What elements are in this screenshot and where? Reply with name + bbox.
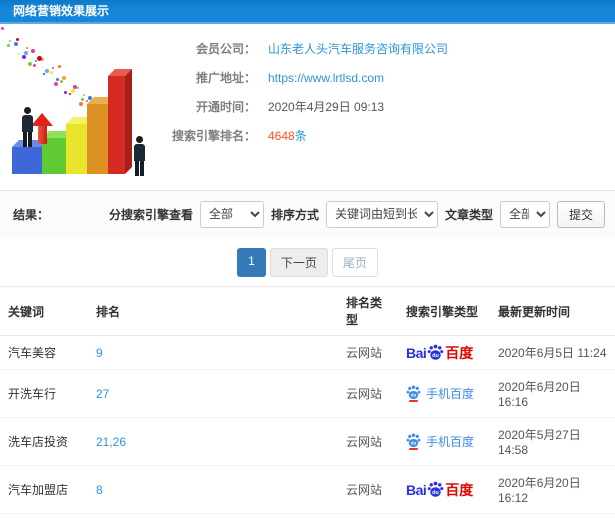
- rank-cell: 27: [88, 369, 338, 418]
- businessman-figure-left: [21, 107, 34, 147]
- svg-text:du: du: [411, 392, 417, 397]
- chart-bar: [87, 97, 115, 174]
- rank-type-cell: 云网站: [338, 513, 398, 520]
- company-label: 会员公司：: [195, 42, 256, 56]
- pagination: 1 下一页 尾页: [0, 237, 615, 286]
- filter-controls: 分搜索引擎查看 全部 排序方式 关键词由短到长排序 文章类型 全部 提交: [108, 200, 605, 228]
- page-1-button[interactable]: 1: [237, 248, 266, 277]
- engine-filter-label: 分搜索引擎查看: [108, 207, 193, 222]
- submit-button[interactable]: 提交: [556, 200, 605, 228]
- rank-type-cell: 云网站: [338, 417, 398, 466]
- table-row: 加盟洗车店 25,28,28 云网站 Baidu百度 du手机百度 2020年6…: [0, 513, 615, 520]
- results-table: 关键词 排名 排名类型 搜索引擎类型 最新更新时间 汽车美容 9 云网站 Bai…: [0, 286, 615, 520]
- baidu-bai-text: Bai: [406, 344, 427, 361]
- update-time-cell: 2020年6月20日 16:12: [490, 465, 615, 514]
- update-time-header: 最新更新时间: [490, 286, 615, 336]
- svg-text:du: du: [411, 440, 417, 445]
- opened-time-value: 2020年4月29日 09:13: [268, 100, 385, 114]
- rank-header: 排名: [88, 286, 338, 336]
- company-row: 会员公司： 山东老人头汽车服务咨询有限公司: [160, 34, 615, 63]
- table-row: 开洗车行 27 云网站 Baidu百度 du手机百度 2020年6月20日 16…: [0, 369, 615, 418]
- engine-rank-row: 搜索引擎排名： 4648条: [160, 121, 615, 150]
- keyword-cell: 洗车店投资: [0, 417, 88, 466]
- update-time-cell: 2020年5月27日 14:58: [490, 417, 615, 466]
- engine-cell: Baidu百度 du手机百度: [398, 369, 490, 418]
- baidu-paw-icon: du: [427, 344, 444, 360]
- rank-link[interactable]: 27: [96, 387, 109, 401]
- sort-mode-select[interactable]: 关键词由短到长排序: [325, 200, 438, 228]
- mobile-baidu-label: 手机百度: [426, 434, 475, 449]
- table-row: 洗车店投资 21,26 云网站 Baidu百度 du手机百度 2020年5月27…: [0, 417, 615, 466]
- svg-text:du: du: [432, 353, 439, 359]
- baidu-mobile-logo: du 手机百度: [406, 433, 474, 450]
- filter-bar: 结果： 分搜索引擎查看 全部 排序方式 关键词由短到长排序 文章类型 全部 提交: [0, 190, 615, 237]
- update-time-cell: 2020年6月20日 16:16: [490, 369, 615, 418]
- mobile-baidu-paw-icon: du: [406, 385, 421, 402]
- chart-bar: [108, 69, 132, 174]
- article-type-select[interactable]: 全部: [499, 200, 550, 228]
- keyword-header: 关键词: [0, 286, 88, 336]
- rank-type-header: 排名类型: [338, 286, 398, 336]
- table-row: 汽车美容 9 云网站 Baidu百度 du手机百度 2020年6月5日 11:2…: [0, 335, 615, 370]
- rank-unit: 条: [294, 129, 307, 143]
- promo-url-row: 推广地址： https://www.lrtlsd.com: [160, 63, 615, 92]
- rank-cell: 25,28,28: [88, 513, 338, 520]
- promo-url-label: 推广地址：: [195, 71, 256, 85]
- engine-cell: Baidu百度 du手机百度: [398, 417, 490, 466]
- opened-time-label: 开通时间：: [195, 100, 256, 114]
- keyword-cell: 汽车加盟店: [0, 465, 88, 514]
- keyword-cell: 汽车美容: [0, 335, 88, 370]
- engine-cell: Baidu百度 du手机百度: [398, 465, 490, 514]
- update-time-cell: 2020年6月5日 11:24: [490, 335, 615, 370]
- engine-filter-select[interactable]: 全部: [199, 200, 264, 228]
- article-type-label: 文章类型: [444, 207, 493, 222]
- member-info-panel: 会员公司： 山东老人头汽车服务咨询有限公司 推广地址： https://www.…: [160, 24, 615, 150]
- window-title-bar: 网络营销效果展示: [0, 0, 615, 24]
- baidu-cn-text: 百度: [445, 481, 474, 498]
- rank-type-cell: 云网站: [338, 369, 398, 418]
- opened-time-row: 开通时间： 2020年4月29日 09:13: [160, 92, 615, 121]
- keyword-cell: 开洗车行: [0, 369, 88, 418]
- result-label: 结果：: [13, 207, 50, 222]
- engine-cell: Baidu百度 du手机百度: [398, 335, 490, 370]
- baidu-paw-icon: du: [427, 481, 444, 497]
- engine-rank-label: 搜索引擎排名：: [171, 129, 256, 143]
- baidu-mobile-logo: du 手机百度: [406, 385, 474, 402]
- rank-link[interactable]: 9: [96, 346, 103, 360]
- page-title: 网络营销效果展示: [13, 4, 110, 18]
- chart-bar: [12, 140, 50, 174]
- mobile-baidu-label: 手机百度: [426, 386, 475, 401]
- baidu-cn-text: 百度: [445, 344, 474, 361]
- keyword-cell: 加盟洗车店: [0, 513, 88, 520]
- results-table-body: 汽车美容 9 云网站 Baidu百度 du手机百度 2020年6月5日 11:2…: [0, 335, 615, 520]
- baidu-logo: Bai du 百度: [406, 481, 473, 498]
- baidu-bai-text: Bai: [406, 481, 427, 498]
- rank-cell: 8: [88, 465, 338, 514]
- engine-type-header: 搜索引擎类型: [398, 286, 490, 336]
- mobile-baidu-paw-icon: du: [406, 433, 421, 450]
- marketing-clipart: [0, 26, 160, 190]
- up-arrow-graphic: [31, 113, 53, 144]
- company-link[interactable]: 山东老人头汽车服务咨询有限公司: [268, 40, 448, 57]
- rank-cell: 21,26: [88, 417, 338, 466]
- engine-rank-value: 4648条: [268, 127, 307, 144]
- rank-type-cell: 云网站: [338, 335, 398, 370]
- hero-section: 会员公司： 山东老人头汽车服务咨询有限公司 推广地址： https://www.…: [0, 24, 615, 190]
- rank-count: 4648: [268, 129, 295, 143]
- last-page-button[interactable]: 尾页: [331, 248, 378, 277]
- sort-mode-label: 排序方式: [270, 207, 319, 222]
- svg-text:du: du: [432, 490, 439, 496]
- promo-url-link[interactable]: https://www.lrtlsd.com: [268, 71, 384, 85]
- rank-cell: 9: [88, 335, 338, 370]
- rank-link[interactable]: 21,26: [96, 435, 126, 449]
- rank-type-cell: 云网站: [338, 465, 398, 514]
- baidu-logo: Bai du 百度: [406, 344, 473, 361]
- update-time-cell: 2020年6月20日 16:11: [490, 513, 615, 520]
- table-header-row: 关键词 排名 排名类型 搜索引擎类型 最新更新时间: [0, 286, 615, 336]
- engine-cell: Baidu百度 du手机百度: [398, 513, 490, 520]
- next-page-button[interactable]: 下一页: [269, 248, 328, 277]
- table-row: 汽车加盟店 8 云网站 Baidu百度 du手机百度 2020年6月20日 16…: [0, 465, 615, 514]
- businessman-figure-right: [133, 136, 146, 176]
- rank-link[interactable]: 8: [96, 483, 103, 497]
